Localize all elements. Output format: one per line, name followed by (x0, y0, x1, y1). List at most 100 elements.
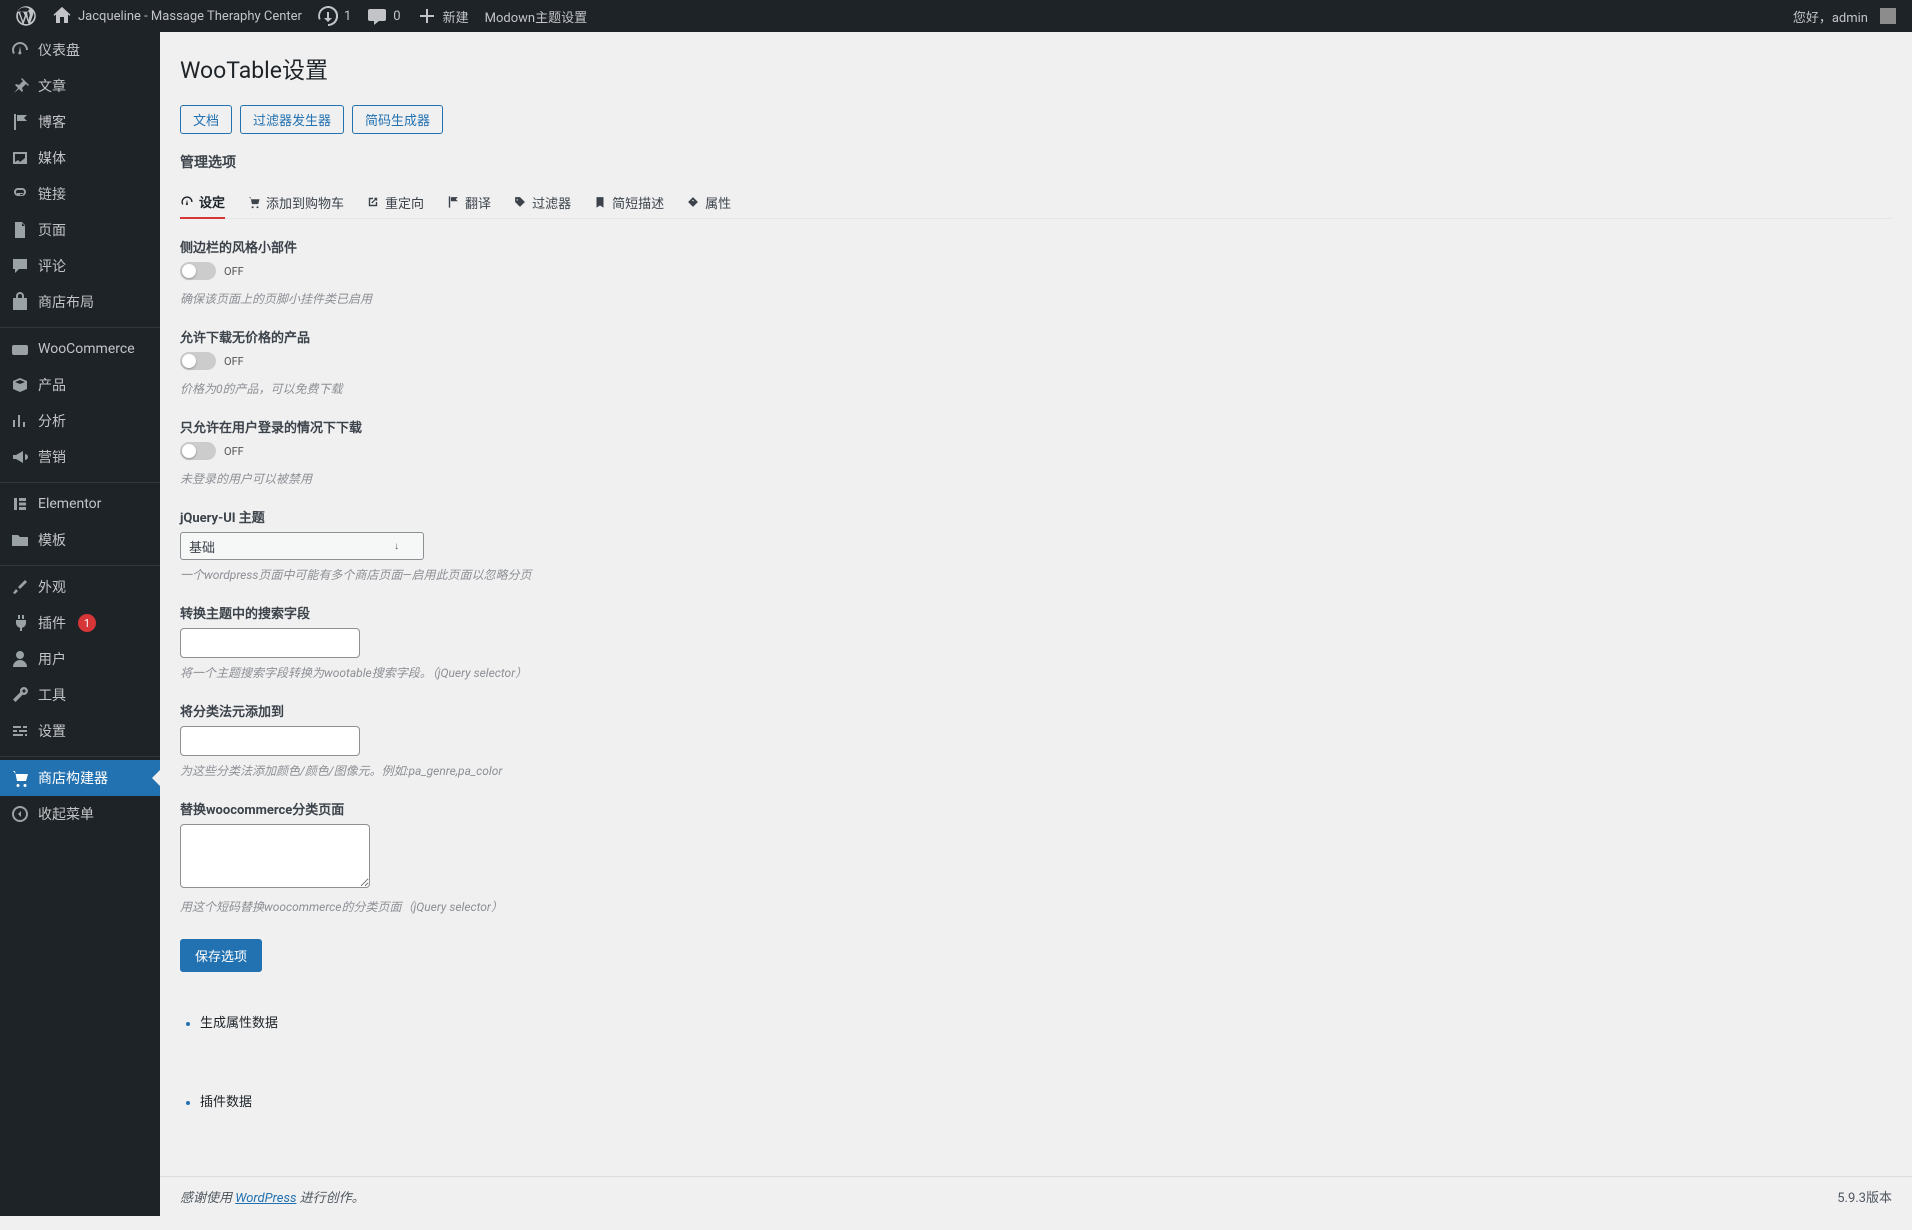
select-value: 基础 (189, 537, 215, 556)
comments-link[interactable]: 0 (359, 0, 408, 32)
tab-shortdesc[interactable]: 简短描述 (593, 186, 664, 218)
field-label: jQuery-UI 主题 (180, 507, 820, 526)
home-icon (52, 6, 72, 26)
generate-attribute-data-link[interactable]: 生成属性数据 (200, 1012, 1892, 1031)
sidebar-item-marketing[interactable]: 营销 (0, 439, 160, 475)
admin-footer: 感谢使用 WordPress 进行创作。 5.9.3版本 (160, 1176, 1912, 1216)
sidebar-item-media[interactable]: 媒体 (0, 140, 160, 176)
field-taxonomy-meta: 将分类法元添加到 为这些分类法添加颜色/颜色/图像元。例如:pa_genre,p… (180, 701, 820, 779)
sidebar-item-products[interactable]: 产品 (0, 367, 160, 403)
sidebar-item-label: WooCommerce (38, 341, 135, 357)
comment-icon (367, 6, 387, 26)
sidebar-item-label: 用户 (38, 649, 66, 669)
section-title: 管理选项 (180, 152, 1892, 172)
sidebar-item-label: 商店布局 (38, 292, 94, 312)
main-content: WooTable设置 文档 过滤器发生器 简码生成器 管理选项 设定 添加到购物车… (160, 32, 1912, 1230)
sidebar-item-settings[interactable]: 设置 (0, 713, 160, 749)
toggle-knob (182, 444, 196, 458)
greeting-text: 您好，admin (1793, 7, 1868, 26)
account-link[interactable]: 您好，admin (1785, 0, 1904, 32)
update-icon (318, 6, 338, 26)
shortcode-generator-button[interactable]: 简码生成器 (352, 105, 443, 134)
toggle-state: OFF (224, 265, 244, 278)
sidebar-item-woocommerce[interactable]: WooCommerce (0, 331, 160, 367)
sidebar-item-label: 营销 (38, 447, 66, 467)
toggle-login-only-download[interactable]: OFF (180, 442, 244, 460)
search-selector-input[interactable] (180, 628, 360, 658)
sidebar-item-dashboard[interactable]: 仪表盘 (0, 32, 160, 68)
footer-version: 5.9.3版本 (1837, 1187, 1892, 1206)
tab-translate[interactable]: 翻译 (446, 186, 491, 218)
sidebar-item-plugins[interactable]: 插件1 (0, 605, 160, 641)
field-label: 侧边栏的风格小部件 (180, 237, 820, 256)
field-label: 转换主题中的搜索字段 (180, 603, 820, 622)
jquery-theme-select[interactable]: 基础 ↓ (180, 532, 424, 560)
new-content-label: 新建 (443, 7, 469, 26)
sidebar-item-comments[interactable]: 评论 (0, 248, 160, 284)
toggle-track (180, 262, 216, 280)
sidebar-item-templates[interactable]: 模板 (0, 522, 160, 558)
page-title: WooTable设置 (180, 51, 1892, 85)
sidebar-item-appearance[interactable]: 外观 (0, 569, 160, 605)
new-content-link[interactable]: 新建 (409, 0, 477, 32)
avatar (1880, 8, 1896, 24)
plugin-data-link[interactable]: 插件数据 (200, 1091, 1892, 1110)
elementor-icon (10, 494, 30, 514)
toggle-no-price-download[interactable]: OFF (180, 352, 244, 370)
megaphone-icon (10, 447, 30, 467)
sidebar-item-pages[interactable]: 页面 (0, 212, 160, 248)
site-name-link[interactable]: Jacqueline - Massage Theraphy Center (44, 0, 310, 32)
sidebar-item-elementor[interactable]: Elementor (0, 486, 160, 522)
sidebar-item-collapse[interactable]: 收起菜单 (0, 796, 160, 832)
toggle-state: OFF (224, 355, 244, 368)
tab-redirect[interactable]: 重定向 (366, 186, 424, 218)
sidebar-item-label: 媒体 (38, 148, 66, 168)
tab-filter[interactable]: 过滤器 (513, 186, 571, 218)
filter-generator-button[interactable]: 过滤器发生器 (240, 105, 344, 134)
tab-cart[interactable]: 添加到购物车 (247, 186, 344, 218)
sidebar-item-label: 外观 (38, 577, 66, 597)
sidebar-item-label: 设置 (38, 721, 66, 741)
theme-settings-link[interactable]: Modown主题设置 (477, 0, 595, 32)
sidebar-item-shop-layout[interactable]: 商店布局 (0, 284, 160, 320)
sidebar-item-links[interactable]: 链接 (0, 176, 160, 212)
tab-label: 简短描述 (612, 193, 664, 212)
field-desc: 确保该页面上的页脚小挂件类已启用 (180, 290, 820, 307)
taxonomy-meta-input[interactable] (180, 726, 360, 756)
theme-settings-label: Modown主题设置 (485, 7, 587, 26)
sidebar-item-users[interactable]: 用户 (0, 641, 160, 677)
save-button[interactable]: 保存选项 (180, 939, 262, 972)
tab-settings[interactable]: 设定 (180, 186, 225, 219)
sidebar-item-posts[interactable]: 文章 (0, 68, 160, 104)
field-label: 只允许在用户登录的情况下下载 (180, 417, 820, 436)
updates-link[interactable]: 1 (310, 0, 359, 32)
sidebar-item-label: 链接 (38, 184, 66, 204)
plus-icon (417, 6, 437, 26)
replace-taxonomy-textarea[interactable] (180, 824, 370, 888)
wp-logo[interactable] (8, 0, 44, 32)
docs-button[interactable]: 文档 (180, 105, 232, 134)
sidebar-item-analytics[interactable]: 分析 (0, 403, 160, 439)
sidebar-item-shop-builder[interactable]: 商店构建器 (0, 760, 160, 796)
tag2-icon (686, 195, 700, 209)
sidebar-item-blog[interactable]: 博客 (0, 104, 160, 140)
plug-icon (10, 613, 30, 633)
field-desc: 一个wordpress页面中可能有多个商店页面—启用此页面以忽略分页 (180, 566, 820, 583)
toggle-sidebar-widget[interactable]: OFF (180, 262, 244, 280)
cart-icon (10, 768, 30, 788)
field-search-selector: 转换主题中的搜索字段 将一个主题搜索字段转换为wootable搜索字段。（jQu… (180, 603, 820, 681)
tab-label: 添加到购物车 (266, 193, 344, 212)
pin-icon (10, 76, 30, 96)
site-name-text: Jacqueline - Massage Theraphy Center (78, 9, 302, 24)
sublinks: 生成属性数据 插件数据 (180, 1012, 1892, 1110)
toggle-track (180, 442, 216, 460)
sidebar-item-label: 商店构建器 (38, 768, 108, 788)
tab-label: 重定向 (385, 193, 424, 212)
tab-attr[interactable]: 属性 (686, 186, 731, 218)
field-desc: 用这个短码替换woocommerce的分类页面（jQuery selector） (180, 898, 820, 915)
sidebar-item-tools[interactable]: 工具 (0, 677, 160, 713)
bag-icon (10, 292, 30, 312)
sidebar-item-label: 产品 (38, 375, 66, 395)
wordpress-link[interactable]: WordPress (235, 1191, 296, 1206)
sidebar-item-label: 收起菜单 (38, 804, 94, 824)
